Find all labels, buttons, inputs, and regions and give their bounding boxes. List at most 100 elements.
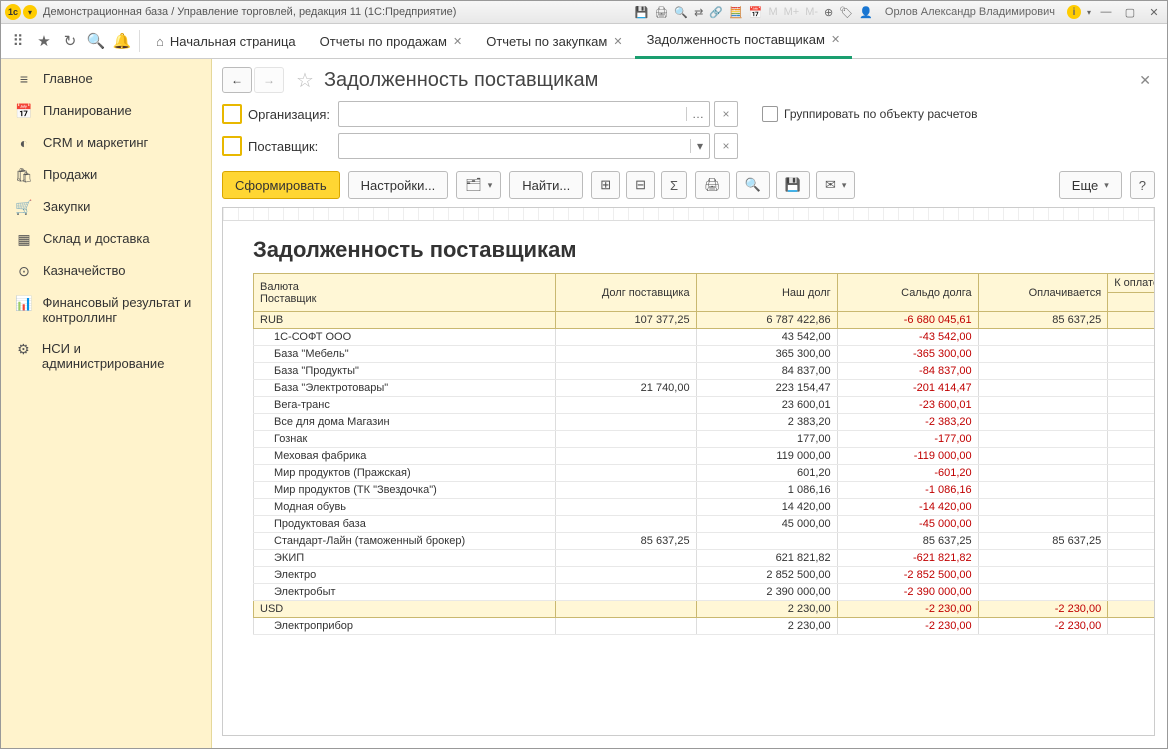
calc-icon[interactable]: 🧮 (729, 6, 743, 19)
memory-mplus-icon[interactable]: M+ (784, 6, 800, 18)
org-checkbox[interactable] (222, 104, 242, 124)
close-window-button[interactable]: ✕ (1145, 6, 1163, 19)
expand-button[interactable]: ⊞ (591, 171, 620, 199)
favorite-star-icon[interactable]: ☆ (296, 68, 314, 93)
table-row[interactable]: Мир продуктов (ТК "Звездочка")1 086,16-1… (254, 482, 1156, 499)
close-icon[interactable]: ✕ (831, 33, 840, 46)
report-area[interactable]: Задолженность поставщикам ВалютаПоставщи… (222, 207, 1155, 736)
sidebar-item-1[interactable]: 📅Планирование (1, 95, 211, 127)
org-clear-button[interactable]: × (714, 101, 738, 127)
supplier-dropdown-button[interactable]: ▾ (690, 139, 709, 153)
memory-mminus-icon[interactable]: M- (805, 6, 818, 18)
table-row[interactable]: 1С-СОФТ ООО43 542,00-43 542,0043 542,00 (254, 329, 1156, 346)
tab-sales-reports[interactable]: Отчеты по продажам✕ (308, 25, 475, 58)
supplier-clear-button[interactable]: × (714, 133, 738, 159)
home-icon: ⌂ (156, 34, 164, 49)
group-checkbox-wrap[interactable]: Группировать по объекту расчетов (762, 106, 977, 122)
sidebar-item-3[interactable]: 🛍Продажи (1, 159, 211, 191)
app-menu-dropdown[interactable]: ▾ (23, 5, 37, 19)
history-icon[interactable]: ↻ (57, 28, 83, 54)
org-input[interactable] (339, 107, 686, 121)
calendar-icon[interactable]: 📅 (749, 6, 763, 19)
supplier-combo[interactable]: ▾ (338, 133, 710, 159)
preview-icon[interactable]: 🔍 (674, 6, 688, 19)
sidebar-item-label: Финансовый результат и контроллинг (42, 295, 197, 325)
sidebar-item-5[interactable]: ▦Склад и доставка (1, 223, 211, 255)
find-button[interactable]: Найти... (509, 171, 583, 199)
table-row[interactable]: База "Продукты"84 837,00-84 837,0084 837… (254, 363, 1156, 380)
org-combo[interactable]: … (338, 101, 710, 127)
table-row[interactable]: Вега-транс23 600,01-23 600,0123 600,01 (254, 397, 1156, 414)
memory-m-icon[interactable]: M (768, 6, 777, 18)
user-icon: 👤 (859, 6, 873, 19)
table-row[interactable]: Продуктовая база45 000,00-45 000,0045 00… (254, 516, 1156, 533)
table-row[interactable]: База "Электротовары"21 740,00223 154,47-… (254, 380, 1156, 397)
save-report-button[interactable]: 💾 (776, 171, 810, 199)
table-row[interactable]: ЭКИП621 821,82-621 821,82621 821,82 (254, 550, 1156, 567)
bell-icon[interactable]: 🔔 (109, 28, 135, 54)
generate-button[interactable]: Сформировать (222, 171, 340, 199)
zoom-icon[interactable]: ⊕ (824, 6, 833, 19)
info-icon[interactable]: i (1067, 5, 1081, 19)
table-row[interactable]: Электро2 852 500,00-2 852 500,002 868 90… (254, 567, 1156, 584)
sidebar-icon: ⊙ (15, 263, 33, 279)
apps-icon[interactable]: ⠿ (5, 28, 31, 54)
table-row[interactable]: База "Мебель"365 300,00-365 300,00365 30… (254, 346, 1156, 363)
tab-home[interactable]: ⌂ Начальная страница (144, 25, 308, 58)
search-icon[interactable]: 🔍 (83, 28, 109, 54)
info-dropdown[interactable]: ▾ (1087, 8, 1091, 17)
save-icon[interactable]: 💾 (635, 6, 649, 19)
sidebar-icon: 📅 (15, 103, 33, 119)
print-icon[interactable]: 🖨 (654, 6, 668, 19)
nav-forward-button[interactable]: → (254, 67, 284, 93)
sidebar-item-0[interactable]: ≡Главное (1, 63, 211, 95)
nav-back-button[interactable]: ← (222, 67, 252, 93)
compare-icon[interactable]: ⇄ (694, 6, 703, 19)
table-row[interactable]: Стандарт-Лайн (таможенный брокер)85 637,… (254, 533, 1156, 550)
close-icon[interactable]: ✕ (453, 35, 462, 48)
table-row[interactable]: RUB107 377,256 787 422,86-6 680 045,6185… (254, 312, 1156, 329)
report-title: Задолженность поставщикам (253, 237, 1155, 263)
tab-purchase-reports[interactable]: Отчеты по закупкам✕ (474, 25, 634, 58)
favorites-icon[interactable]: 🏷 (839, 6, 853, 19)
email-button[interactable]: ✉▾ (816, 171, 855, 199)
settings-button[interactable]: Настройки... (348, 171, 449, 199)
preview-button[interactable]: 🔍 (736, 171, 770, 199)
sidebar-icon: ▦ (15, 231, 33, 247)
minimize-button[interactable]: — (1097, 6, 1115, 18)
table-row[interactable]: Электробыт2 390 000,00-2 390 000,007 450… (254, 584, 1156, 601)
table-row[interactable]: Модная обувь14 420,00-14 420,0014 420,00 (254, 499, 1156, 516)
link-icon[interactable]: 🔗 (709, 6, 723, 19)
page-close-button[interactable]: ✕ (1135, 68, 1155, 93)
star-icon[interactable]: ★ (31, 28, 57, 54)
more-button[interactable]: Еще▾ (1059, 171, 1122, 199)
table-row[interactable]: Мир продуктов (Пражская)601,20-601,20601… (254, 465, 1156, 482)
table-row[interactable]: Меховая фабрика119 000,00-119 000,00119 … (254, 448, 1156, 465)
sidebar-item-2[interactable]: ◐CRM и маркетинг (1, 127, 211, 159)
tab-supplier-debt[interactable]: Задолженность поставщикам✕ (635, 23, 853, 59)
org-select-button[interactable]: … (686, 107, 709, 121)
sidebar-item-label: Главное (43, 71, 93, 86)
collapse-button[interactable]: ⊟ (626, 171, 655, 199)
report-table: ВалютаПоставщик Долг поставщика Наш долг… (253, 273, 1155, 635)
sum-button[interactable]: Σ (661, 171, 687, 199)
user-name[interactable]: Орлов Александр Владимирович (885, 6, 1055, 18)
sidebar-item-4[interactable]: 🛒Закупки (1, 191, 211, 223)
table-row[interactable]: Гознак177,00-177,00177,00 (254, 431, 1156, 448)
supplier-checkbox[interactable] (222, 136, 242, 156)
close-icon[interactable]: ✕ (613, 35, 622, 48)
group-label: Группировать по объекту расчетов (784, 107, 977, 121)
sidebar-item-6[interactable]: ⊙Казначейство (1, 255, 211, 287)
sidebar-item-7[interactable]: 📊Финансовый результат и контроллинг (1, 287, 211, 333)
print-button[interactable]: 🖨 (695, 171, 730, 199)
sidebar-item-8[interactable]: ⚙НСИ и администрирование (1, 333, 211, 379)
table-row[interactable]: USD2 230,00-2 230,00-2 230,002 230,00 (254, 601, 1156, 618)
maximize-button[interactable]: ▢ (1121, 6, 1139, 19)
variants-button[interactable]: 🗂▾ (456, 171, 501, 199)
table-row[interactable]: Электроприбор2 230,00-2 230,00-2 230,002… (254, 618, 1156, 635)
group-checkbox[interactable] (762, 106, 778, 122)
supplier-input[interactable] (339, 139, 690, 153)
report-toolbar: Сформировать Настройки... 🗂▾ Найти... ⊞ … (212, 167, 1167, 207)
table-row[interactable]: Все для дома Магазин2 383,20-2 383,202 3… (254, 414, 1156, 431)
help-button[interactable]: ? (1130, 171, 1155, 199)
